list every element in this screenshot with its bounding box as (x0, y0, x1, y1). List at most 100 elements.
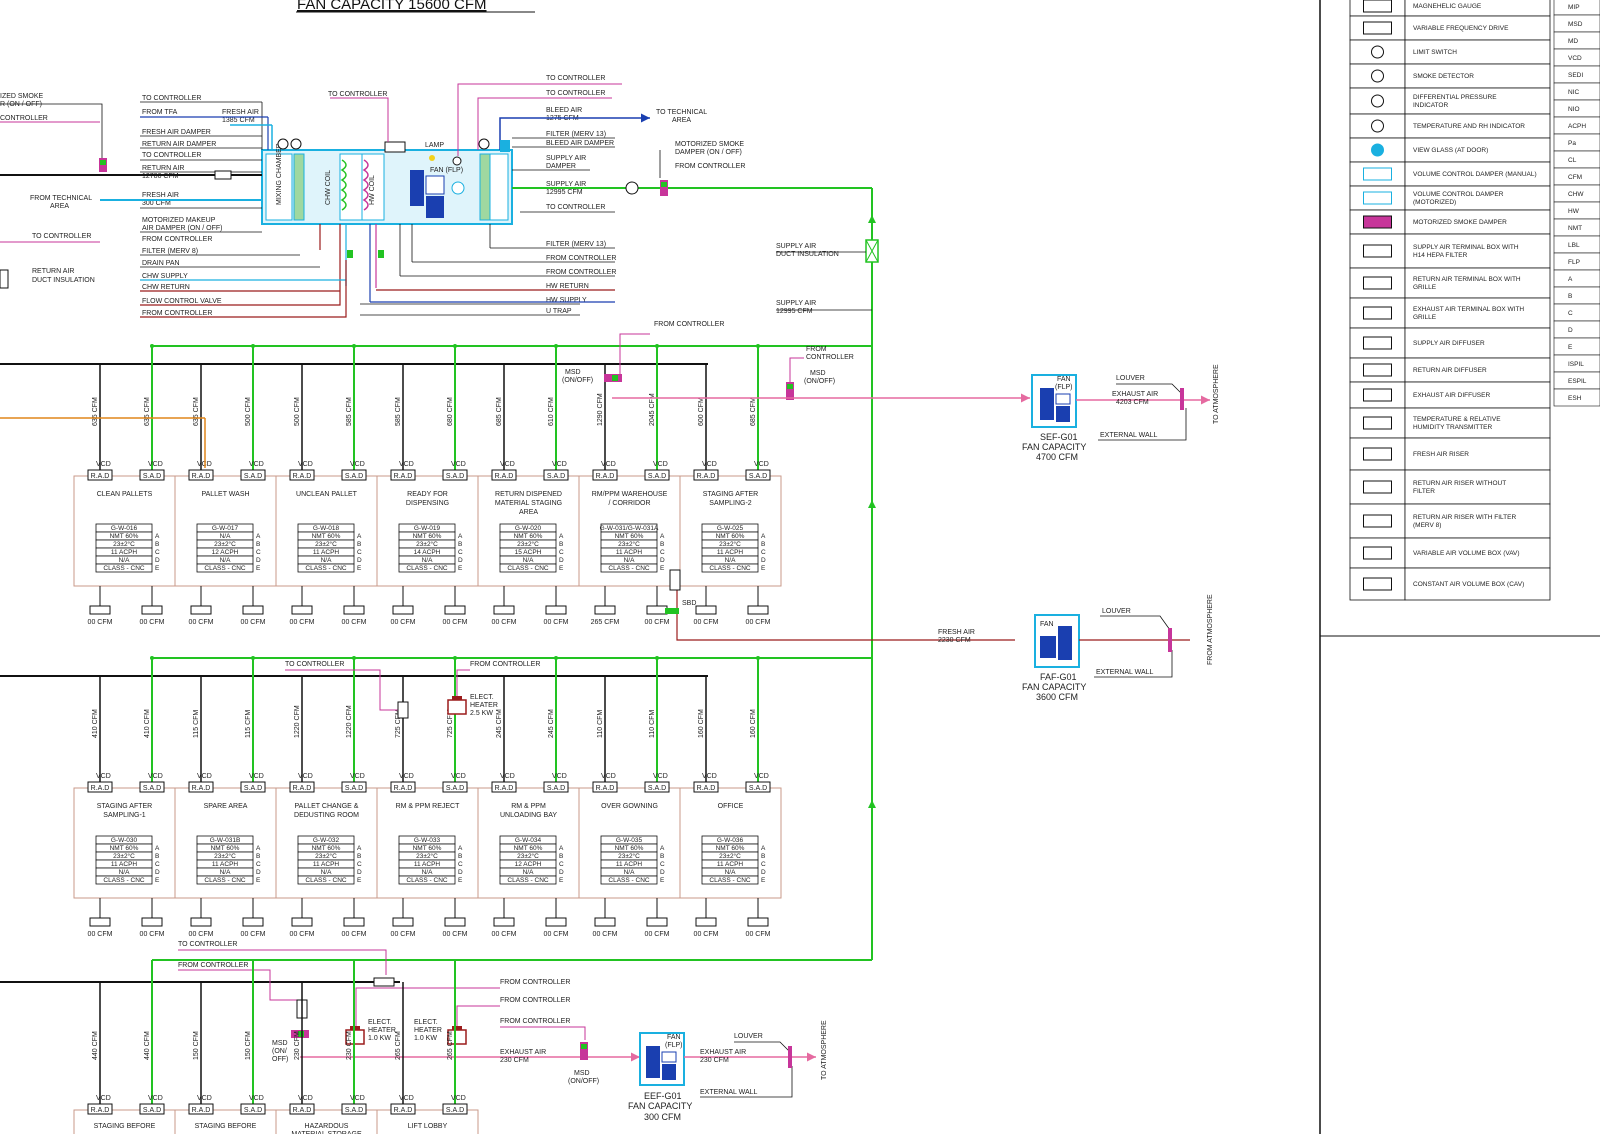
vcd-label: VCD (399, 773, 414, 780)
vcd-label: VCD (96, 461, 111, 468)
legend-desc: MOTORIZED SMOKE DAMPER (1413, 219, 1507, 226)
riser-box (545, 605, 567, 615)
riser-cfm: 00 CFM (694, 931, 719, 938)
spec-value: G-W-031/G-W-031A (600, 525, 659, 532)
legend-desc: VIEW GLASS (AT DOOR) (1413, 147, 1488, 154)
spec-key: E (761, 877, 766, 884)
svg-text:SUPPLY AIR: SUPPLY AIR (776, 300, 816, 307)
sad-label: S.A.D (749, 473, 767, 480)
abbr-label: NIC (1568, 89, 1580, 96)
spec-value: NMT 60% (716, 845, 745, 852)
spec-value: N/A (321, 869, 333, 876)
abbr-label: ACPH (1568, 123, 1586, 130)
spec-value: N/A (624, 557, 636, 564)
spec-value: 23±2°C (517, 540, 539, 548)
spec-key: B (660, 541, 664, 548)
svg-text:BLEED AIR DAMPER: BLEED AIR DAMPER (546, 140, 614, 147)
riser-box (493, 605, 515, 615)
rad-label: R.A.D (192, 1107, 211, 1114)
svg-text:DAMPER (ON / OFF): DAMPER (ON / OFF) (675, 149, 742, 156)
spec-key: A (458, 845, 463, 852)
svg-text:FRESH AIR DAMPER: FRESH AIR DAMPER (142, 129, 211, 136)
cfm-label: 635 CFM (144, 397, 151, 426)
svg-text:TO CONTROLLER: TO CONTROLLER (546, 90, 605, 97)
svg-text:BLEED AIR: BLEED AIR (546, 107, 582, 114)
spec-value: 11 ACPH (616, 549, 643, 556)
svg-text:FAN: FAN (1057, 376, 1071, 383)
spec-key: A (761, 845, 766, 852)
abbr-label: CL (1568, 157, 1577, 164)
spec-key: D (660, 869, 665, 876)
spec-value: 15 ACPH (515, 549, 542, 556)
abbr-cell (1553, 269, 1600, 288)
svg-text:TO CONTROLLER: TO CONTROLLER (32, 233, 91, 240)
spec-value: G-W-016 (111, 525, 138, 532)
spec-value: N/A (422, 557, 434, 564)
spec-key: D (357, 869, 362, 876)
spec-key: B (761, 541, 765, 548)
svg-text:AREA: AREA (672, 117, 691, 124)
vcd-label: VCD (96, 773, 111, 780)
spec-key: E (458, 877, 463, 884)
vcd-label: VCD (702, 461, 717, 468)
svg-text:RETURN AIR: RETURN AIR (142, 165, 184, 172)
sad-label: S.A.D (446, 785, 464, 792)
riser-box (242, 605, 264, 615)
riser-cfm: 00 CFM (189, 931, 214, 938)
legend-symbol (1363, 167, 1392, 181)
svg-text:FAN: FAN (1040, 621, 1054, 628)
spec-value: N/A (321, 557, 333, 564)
spec-key: D (761, 557, 766, 564)
vcd-label: VCD (500, 461, 515, 468)
riser-box (392, 605, 414, 615)
spec-value: G-W-032 (313, 837, 340, 844)
spec-key: A (559, 533, 564, 540)
sad-label: S.A.D (143, 473, 161, 480)
svg-text:TO CONTROLLER: TO CONTROLLER (328, 91, 387, 98)
spec-value: 14 ACPH (414, 549, 441, 556)
cfm-label: 115 CFM (193, 710, 200, 738)
room-name: RM/PPM WAREHOUSE (592, 491, 668, 498)
room-name: RM & PPM (511, 803, 546, 810)
spec-value: NMT 60% (110, 845, 139, 852)
vcd-label: VCD (500, 773, 515, 780)
cfm-label: 500 CFM (294, 397, 301, 426)
svg-text:TO CONTROLLER: TO CONTROLLER (142, 95, 201, 102)
cfm-label: 160 CFM (750, 709, 757, 738)
vcd-label: VCD (451, 1095, 466, 1102)
spec-value: 23±2°C (315, 852, 337, 860)
riser-cfm: 00 CFM (746, 619, 771, 626)
svg-text:U TRAP: U TRAP (546, 308, 572, 315)
svg-text:RETURN AIR DAMPER: RETURN AIR DAMPER (142, 141, 216, 148)
spec-key: E (559, 565, 564, 572)
room-name: OVER GOWNING (601, 803, 658, 810)
svg-text:LOUVER: LOUVER (734, 1033, 763, 1040)
svg-text:MSD: MSD (574, 1070, 590, 1077)
tee-dot (655, 656, 659, 660)
spec-value: N/A (220, 557, 232, 564)
riser-cfm: 00 CFM (140, 931, 165, 938)
spec-value: NMT 60% (615, 845, 644, 852)
svg-text:230 CFM: 230 CFM (500, 1057, 529, 1064)
rad-label: R.A.D (91, 785, 110, 792)
cfm-label: 230 CFM (294, 1031, 301, 1060)
legend-desc: FILTER (1413, 488, 1435, 495)
spec-value: N/A (119, 869, 131, 876)
sad-label: S.A.D (345, 785, 363, 792)
spec-value: G-W-025 (717, 525, 744, 532)
spec-key: A (660, 533, 665, 540)
ahu-unit: MIXING CHAMBER CHW COIL HW COIL LAMP FAN… (261, 138, 513, 302)
svg-text:MOTORIZED MAKEUP: MOTORIZED MAKEUP (142, 217, 216, 224)
spec-value: 23±2°C (517, 852, 539, 860)
spec-value: 23±2°C (113, 852, 135, 860)
abbr-label: HW (1568, 208, 1580, 215)
svg-text:FROM CONTROLLER: FROM CONTROLLER (178, 962, 248, 969)
spec-value: G-W-036 (717, 837, 744, 844)
spec-value: N/A (220, 533, 232, 540)
svg-text:EXTERNAL WALL: EXTERNAL WALL (1096, 669, 1154, 676)
vcd-label: VCD (451, 773, 466, 780)
vcd-label: VCD (249, 773, 264, 780)
spec-key: E (357, 565, 362, 572)
faf-g01-fan: FAN FAF-G01 FAN CAPACITY 3600 CFM FRESH … (938, 594, 1214, 702)
cfm-label: 635 CFM (193, 397, 200, 426)
